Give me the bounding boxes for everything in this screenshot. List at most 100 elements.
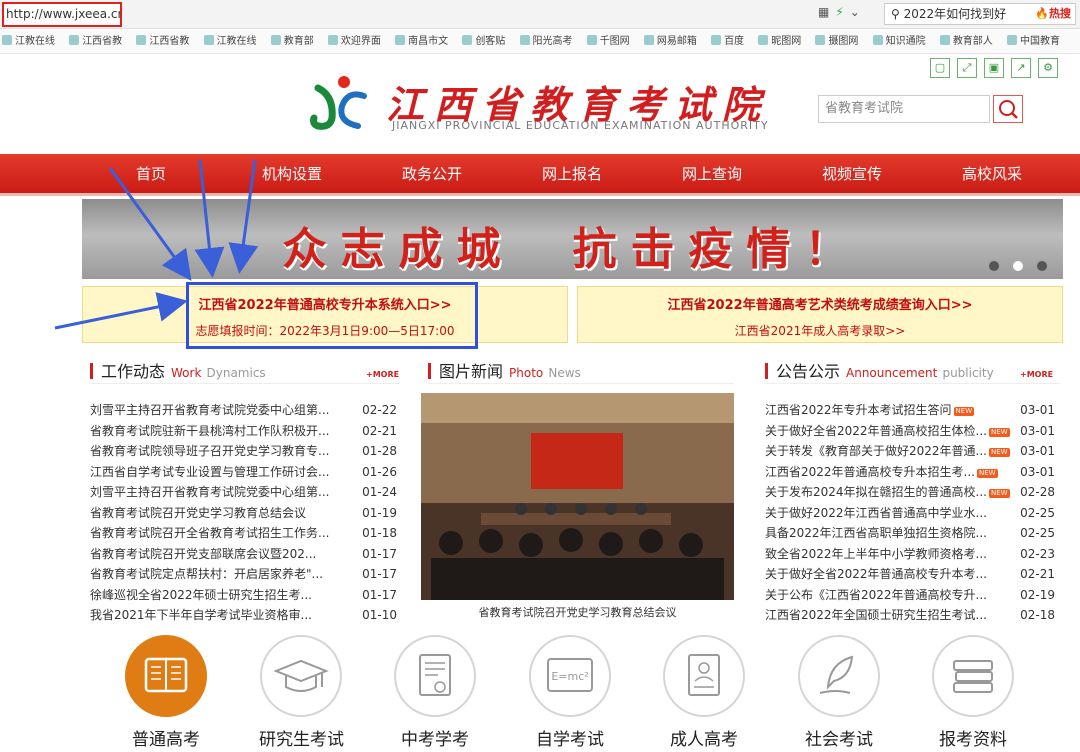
list-item[interactable]: 关于做好2022年江西省普通高中学业水... 02-25 — [765, 503, 1055, 524]
list-item[interactable]: 江西省2022年全国硕士研究生招生考试... 02-18 — [765, 605, 1055, 626]
bookmark[interactable]: 摄图网 — [813, 30, 858, 53]
bookmark-icon — [939, 35, 950, 45]
chevron-down-icon[interactable]: ⌄ — [850, 5, 866, 19]
list-item[interactable]: 省教育考试院召开党支部联席会议暨202... 01-17 — [90, 544, 397, 565]
page-tools: ▢ ⤢ ▣ ↗ ⚙ — [930, 56, 1065, 78]
slider-dot[interactable] — [989, 261, 999, 271]
bookmark[interactable]: 昵图网 — [756, 30, 801, 53]
address-toolbar: ▦⚡⌄ — [818, 5, 866, 19]
list-item[interactable]: 省教育考试院领导班子召开党史学习教育专... 01-28 — [90, 441, 397, 462]
list-item[interactable]: 关于发布2024年拟在赣招生的普通高校... NEW 02-28 — [765, 482, 1055, 503]
list-item[interactable]: 省教育考试院召开党史学习教育总结会议 01-19 — [90, 503, 397, 524]
bookmarks-bar: 江教在线 江西省教 江西省教 江教在线 教育部 欢迎界面 南昌市文 创客贴 阳光… — [0, 30, 1080, 54]
bookmark[interactable]: 欢迎界面 — [326, 30, 381, 53]
list-item[interactable]: 徐峰巡视全省2022年硕士研究生招生考... 01-17 — [90, 585, 397, 606]
announcement-more-link[interactable]: +MORE — [1020, 370, 1053, 379]
share-icon[interactable]: ↗ — [1011, 58, 1031, 78]
art-exam-score-link[interactable]: 江西省2022年普通高考艺术类统考成绩查询入口>> — [578, 294, 1062, 313]
nav-universities[interactable]: 高校风采 — [962, 154, 1022, 194]
adult-exam-admission-link[interactable]: 江西省2021年成人高考录取>> — [578, 322, 1062, 339]
work-dynamics-header: 工作动态 Work Dynamics — [90, 358, 400, 384]
list-item[interactable]: 关于做好全省2022年普通高校招生体检... NEW 03-01 — [765, 421, 1055, 442]
settings-icon[interactable]: ⚙ — [1038, 58, 1058, 78]
save-icon[interactable]: ▣ — [984, 58, 1004, 78]
bookmark[interactable]: 创客贴 — [460, 30, 505, 53]
list-item[interactable]: 江西省2022年专升本考试招生答问 NEW 03-01 — [765, 400, 1055, 421]
list-item[interactable]: 省教育考试院定点帮扶村：开启居家养老"... 01-17 — [90, 564, 397, 585]
category-graduate-exam[interactable]: 研究生考试 — [259, 635, 344, 750]
certificate-icon — [394, 635, 476, 717]
nav-online-registration[interactable]: 网上报名 — [542, 154, 602, 194]
new-badge: NEW — [976, 468, 998, 478]
new-badge: NEW — [953, 407, 975, 416]
list-item[interactable]: 江西省2022年普通高校专升本招生考... NEW 03-01 — [765, 462, 1055, 483]
nav-government-affairs[interactable]: 政务公开 — [402, 154, 462, 194]
bookmark-icon — [395, 35, 406, 45]
list-item[interactable]: 江西省自学考试专业设置与管理工作研讨会... 01-26 — [90, 462, 397, 483]
fullscreen-icon[interactable]: ⤢ — [957, 58, 977, 78]
url-field[interactable]: http://www.jxeea.cn/ — [2, 2, 122, 27]
list-item[interactable]: 省教育考试院召开全省教育考试招生工作务... 01-18 — [90, 523, 397, 544]
list-item[interactable]: 刘雪平主持召开省教育考试院党委中心组第... 01-24 — [90, 482, 397, 503]
category-gaokao[interactable]: 普通高考 — [124, 635, 208, 750]
bookmark[interactable]: 江教在线 — [202, 30, 257, 53]
bookmark[interactable]: 南昌市文 — [393, 30, 448, 53]
bookmark[interactable]: 知识通院 — [871, 30, 926, 53]
work-more-link[interactable]: +MORE — [366, 370, 399, 379]
list-item[interactable]: 我省2021年下半年自学考试毕业资格审... 01-10 — [90, 605, 397, 626]
highlight-box — [186, 282, 478, 349]
bookmark-icon — [203, 35, 214, 45]
list-item[interactable]: 关于转发《教育部关于做好2022年普通... NEW 03-01 — [765, 441, 1055, 462]
banner-slider[interactable]: 众志成城 抗击疫情！ — [82, 199, 1063, 279]
nav-online-query[interactable]: 网上查询 — [682, 154, 742, 194]
site-search-input[interactable]: 省教育考试院 — [818, 95, 990, 123]
category-middle-school-exam[interactable]: 中考学考 — [393, 635, 477, 750]
bookmark[interactable]: 江教在线 — [0, 30, 55, 53]
list-item[interactable]: 关于公布《江西省2022年普通高校专升... 02-19 — [765, 585, 1055, 606]
bookmark[interactable]: 江西省教 — [134, 30, 189, 53]
main-nav: 首页 机构设置 政务公开 网上报名 网上查询 视频宣传 高校风采 — [0, 154, 1080, 196]
category-exam-materials[interactable]: 报考资料 — [931, 635, 1015, 750]
bookmark[interactable]: 中国教育 — [1005, 30, 1060, 53]
category-adult-exam[interactable]: 成人高考 — [662, 635, 746, 750]
list-item[interactable]: 具备2022年江西省高职单独招生资格院... 02-25 — [765, 523, 1055, 544]
list-item[interactable]: 省教育考试院驻新干县桃湾村工作队积极开... 02-21 — [90, 421, 397, 442]
banner-slogan: 众志成城 抗击疫情！ — [282, 224, 863, 275]
bookmark[interactable]: 阳光高考 — [518, 30, 573, 53]
site-search-button[interactable] — [993, 95, 1023, 123]
bookmark-icon — [586, 35, 597, 45]
bookmark-icon — [2, 35, 12, 45]
search-icon — [999, 100, 1018, 119]
photo-caption[interactable]: 省教育考试院召开党史学习教育总结会议 — [421, 604, 734, 620]
book-stack-icon — [932, 635, 1014, 717]
hot-search-badge[interactable]: 🔥热搜 — [1032, 4, 1071, 24]
nav-video[interactable]: 视频宣传 — [822, 154, 882, 194]
slider-dot[interactable] — [1037, 261, 1047, 271]
slider-dot-active[interactable] — [1013, 261, 1023, 271]
book-icon — [125, 635, 207, 717]
list-item[interactable]: 刘雪平主持召开省教育考试院党委中心组第... 02-22 — [90, 400, 397, 421]
bookmark[interactable]: 江西省教 — [67, 30, 122, 53]
new-badge: NEW — [988, 489, 1010, 498]
bookmark[interactable]: 千图网 — [585, 30, 630, 53]
category-social-exam[interactable]: 社会考试 — [797, 635, 881, 750]
bookmark-icon — [711, 35, 722, 45]
nav-home[interactable]: 首页 — [136, 154, 166, 194]
lightning-icon[interactable]: ⚡ — [835, 5, 849, 19]
site-logo[interactable]: 江西省教育考试院 JIANGXI PROVINCIAL EDUCATION EX… — [308, 72, 778, 134]
bookmark[interactable]: 网易邮箱 — [642, 30, 697, 53]
list-item[interactable]: 致全省2022年上半年中小学教师资格考... 02-23 — [765, 544, 1055, 565]
bookmark[interactable]: 教育部 — [269, 30, 314, 53]
category-self-study-exam[interactable]: E=mc² 自学考试 — [528, 635, 612, 750]
bookmark-icon — [270, 35, 281, 45]
nav-organization[interactable]: 机构设置 — [262, 154, 322, 194]
browser-search-input[interactable]: ⚲ 2022年如何找到好 🔥热搜 — [884, 3, 1076, 25]
copy-icon[interactable]: ▢ — [930, 58, 950, 78]
grid-icon[interactable]: ▦ — [818, 5, 835, 19]
bookmark[interactable]: 百度 — [709, 30, 744, 53]
bookmark[interactable]: 教育部人 — [938, 30, 993, 53]
list-item[interactable]: 关于做好全省2022年普通高校专升本考... 02-21 — [765, 564, 1055, 585]
quill-pen-icon — [798, 635, 880, 717]
logo-subtitle: JIANGXI PROVINCIAL EDUCATION EXAMINATION… — [392, 119, 769, 132]
photo-news-image[interactable] — [421, 393, 734, 600]
